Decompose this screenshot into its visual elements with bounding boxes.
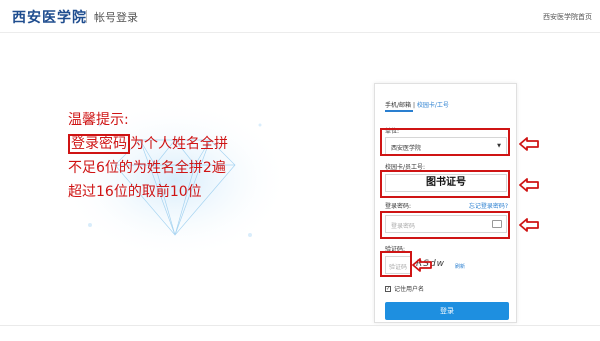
password-label: 登录密码: [385, 203, 412, 210]
left-arrow-annotation-icon [519, 137, 539, 151]
remember-label: 记住用户名 [394, 286, 425, 293]
remember-username[interactable]: ✓ 记住用户名 [385, 284, 424, 293]
left-arrow-annotation-icon [412, 258, 432, 272]
tab-campus-card[interactable]: 校园卡/工号 [417, 102, 449, 109]
site-logo[interactable]: 西安医学院 [12, 7, 87, 27]
refresh-captcha-link[interactable]: 刷新 [455, 263, 465, 270]
tips-title: 温馨提示: [68, 112, 129, 128]
header: 西安医学院 帐号登录 西安医学院首页 [0, 0, 600, 33]
active-tab-indicator [385, 110, 413, 112]
highlight-captcha-input [380, 251, 412, 277]
tips-line-short-name: 不足6位的为姓名全拼2遍 [68, 160, 226, 176]
login-button[interactable]: 登录 [385, 302, 509, 320]
highlight-password-input [380, 211, 510, 239]
footer-divider [0, 325, 600, 326]
header-divider [86, 10, 87, 23]
login-tabs: 手机/邮箱 | 校园卡/工号 [385, 100, 449, 109]
tips-annotation: 温馨提示: 登录密码 为个人姓名全拼 不足6位的为姓名全拼2遍 超过16位的取前1… [68, 108, 228, 204]
tips-password-highlight: 登录密码 [68, 134, 130, 154]
left-arrow-annotation-icon [519, 178, 539, 192]
forgot-password-link[interactable]: 忘记登录密码? [469, 201, 508, 210]
login-card: 手机/邮箱 | 校园卡/工号 单位: 西安医学院 ▼ 校园卡/员工号: 图书证号… [374, 83, 517, 323]
tips-line-password: 登录密码 为个人姓名全拼 [68, 132, 228, 156]
home-link[interactable]: 西安医学院首页 [543, 12, 592, 22]
highlight-card-input [380, 170, 510, 198]
tab-phone-email[interactable]: 手机/邮箱 [385, 102, 411, 109]
tips-line-long-name: 超过16位的取前10位 [68, 184, 202, 200]
checkbox-checked-icon[interactable]: ✓ [385, 285, 391, 292]
tips-password-rest: 为个人姓名全拼 [130, 136, 228, 152]
page-subtitle: 帐号登录 [94, 11, 138, 24]
left-arrow-annotation-icon [519, 218, 539, 232]
highlight-unit-select [380, 128, 510, 156]
